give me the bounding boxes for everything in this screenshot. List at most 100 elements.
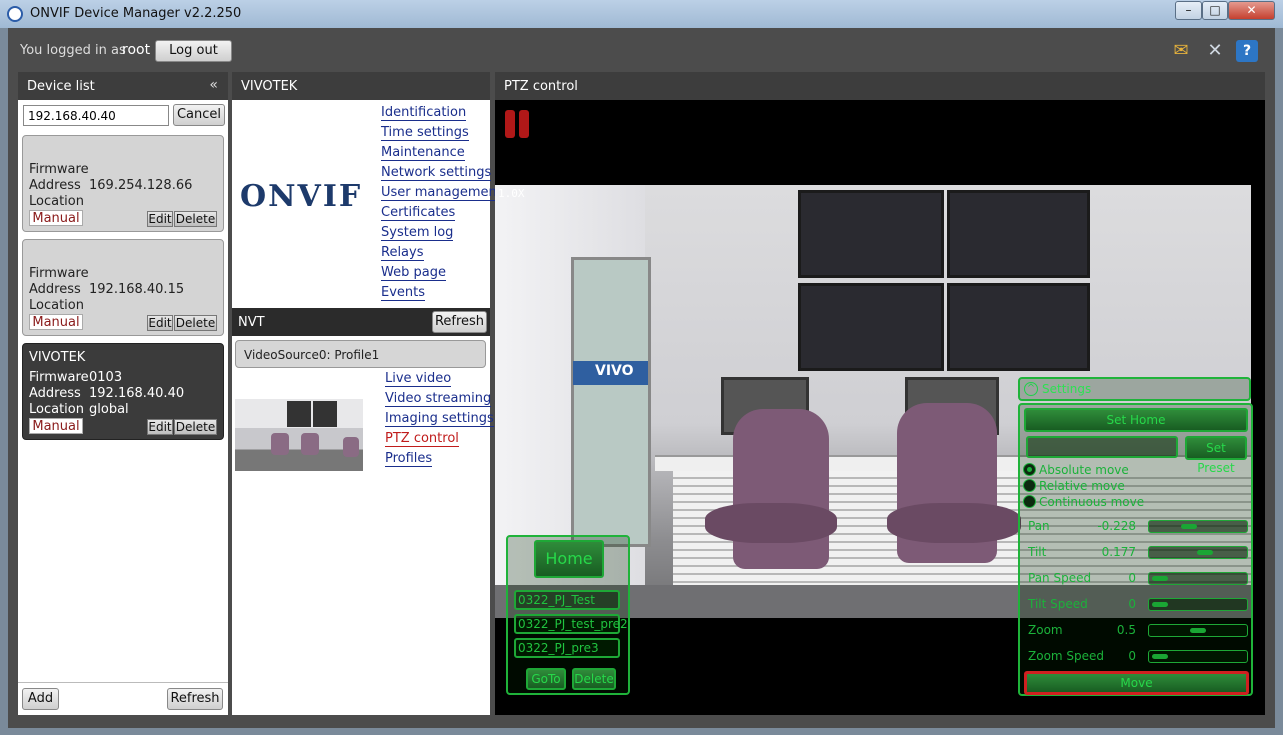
- device-address: 192.168.40.15: [89, 282, 185, 297]
- device-edit-button[interactable]: Edit: [147, 211, 173, 227]
- zoom-slider[interactable]: [1148, 624, 1248, 637]
- radio-continuous-move[interactable]: Continuous move: [1023, 495, 1144, 509]
- profile-selector[interactable]: VideoSource0: Profile1: [235, 340, 486, 368]
- device-delete-button[interactable]: Delete: [174, 315, 217, 331]
- device-card[interactable]: Firmware Address 169.254.128.66 Location …: [22, 135, 224, 232]
- maximize-button[interactable]: □: [1202, 1, 1228, 20]
- location-label: Location: [29, 402, 84, 417]
- logged-in-label: You logged in as: [20, 43, 126, 58]
- pause-icon[interactable]: [505, 110, 531, 138]
- location-label: Location: [29, 298, 84, 313]
- device-location: global: [89, 402, 129, 417]
- link-time-settings[interactable]: Time settings: [381, 125, 469, 141]
- link-certificates[interactable]: Certificates: [381, 205, 456, 221]
- device-edit-button[interactable]: Edit: [147, 419, 173, 435]
- window-titlebar: ONVIF Device Manager v2.2.250 – □ ✕: [0, 0, 1283, 28]
- add-device-button[interactable]: Add: [22, 688, 59, 710]
- radio-absolute-move[interactable]: Absolute move: [1023, 463, 1129, 477]
- link-video-streaming[interactable]: Video streaming: [385, 391, 492, 407]
- ptz-title: PTZ control: [504, 79, 578, 94]
- link-system-log[interactable]: System log: [381, 225, 454, 241]
- video-thumbnail[interactable]: [235, 399, 363, 471]
- device-card-selected[interactable]: VIVOTEK Firmware0103 Address 192.168.40.4…: [22, 343, 224, 440]
- onvif-logo: ONVIF: [240, 179, 363, 214]
- app-icon: [7, 6, 23, 22]
- slider-value: 0: [1128, 597, 1136, 611]
- radio-indicator: [1023, 495, 1036, 508]
- address-label: Address: [29, 178, 81, 193]
- link-relays[interactable]: Relays: [381, 245, 424, 261]
- manual-badge: Manual: [29, 210, 83, 226]
- logout-button[interactable]: Log out: [155, 40, 232, 62]
- firmware-label: Firmware: [29, 370, 89, 385]
- slider-thumb[interactable]: [1152, 602, 1168, 607]
- address-label: Address: [29, 386, 81, 401]
- minimize-button[interactable]: –: [1175, 1, 1202, 20]
- slider-thumb[interactable]: [1196, 550, 1213, 555]
- ptz-header: PTZ control: [495, 72, 1265, 100]
- tilt-slider[interactable]: [1148, 546, 1248, 559]
- tools-icon[interactable]: ✕: [1204, 40, 1226, 62]
- pan-speed-slider[interactable]: [1148, 572, 1248, 585]
- radio-relative-move[interactable]: Relative move: [1023, 479, 1125, 493]
- close-button[interactable]: ✕: [1228, 1, 1275, 20]
- help-icon[interactable]: ?: [1236, 40, 1258, 62]
- slider-thumb[interactable]: [1152, 576, 1168, 581]
- home-button[interactable]: Home: [534, 540, 604, 578]
- slider-value: 0.5: [1116, 623, 1136, 637]
- slider-value: 0.177: [1101, 545, 1136, 559]
- nvt-refresh-button[interactable]: Refresh: [432, 311, 487, 333]
- preset-item[interactable]: 0322_PJ_test_pre2: [514, 614, 628, 634]
- link-identification[interactable]: Identification: [381, 105, 467, 121]
- device-edit-button[interactable]: Edit: [147, 315, 173, 331]
- device-list-header: Device list «: [18, 72, 228, 100]
- settings-title: Settings: [1042, 382, 1092, 396]
- scene-sign: VIVO: [573, 361, 648, 385]
- pan-slider[interactable]: [1148, 520, 1248, 533]
- manual-badge: Manual: [29, 314, 83, 330]
- set-home-button[interactable]: Set Home: [1024, 408, 1248, 432]
- link-imaging-settings[interactable]: Imaging settings: [385, 411, 494, 427]
- slider-thumb[interactable]: [1190, 628, 1206, 633]
- radio-label: Absolute move: [1039, 463, 1129, 477]
- collapse-icon[interactable]: «: [209, 77, 218, 93]
- slider-row-pan: Pan -0.228: [1028, 517, 1248, 535]
- link-network-settings[interactable]: Network settings: [381, 165, 492, 181]
- refresh-devices-button[interactable]: Refresh: [167, 688, 223, 710]
- slider-thumb[interactable]: [1152, 654, 1168, 659]
- link-events[interactable]: Events: [381, 285, 426, 301]
- move-button[interactable]: Move: [1024, 671, 1249, 695]
- link-maintenance[interactable]: Maintenance: [381, 145, 465, 161]
- device-search-input[interactable]: [23, 105, 169, 126]
- device-delete-button[interactable]: Delete: [174, 419, 217, 435]
- link-ptz-control[interactable]: PTZ control: [385, 431, 459, 447]
- radio-label: Continuous move: [1039, 495, 1145, 509]
- preset-item[interactable]: 0322_PJ_Test: [514, 590, 620, 610]
- device-panel: VIVOTEK ONVIF Identification Time settin…: [232, 72, 502, 715]
- goto-preset-button[interactable]: GoTo: [526, 668, 566, 690]
- link-profiles[interactable]: Profiles: [385, 451, 433, 467]
- slider-value: 0: [1128, 649, 1136, 663]
- slider-thumb[interactable]: [1181, 524, 1198, 529]
- slider-row-zoom-speed: Zoom Speed 0: [1028, 647, 1248, 665]
- device-address: 169.254.128.66: [89, 178, 193, 193]
- nvt-title: NVT: [238, 315, 265, 330]
- nvt-header: NVT Refresh: [232, 308, 490, 336]
- zoom-speed-slider[interactable]: [1148, 650, 1248, 663]
- link-web-page[interactable]: Web page: [381, 265, 446, 281]
- device-card[interactable]: Firmware Address 192.168.40.15 Location M…: [22, 239, 224, 336]
- preset-item[interactable]: 0322_PJ_pre3: [514, 638, 620, 658]
- device-delete-button[interactable]: Delete: [174, 211, 217, 227]
- connection-icon[interactable]: ✉: [1170, 40, 1192, 62]
- link-live-video[interactable]: Live video: [385, 371, 452, 387]
- device-name: VIVOTEK: [29, 350, 86, 365]
- slider-label: Tilt: [1028, 545, 1047, 559]
- slider-row-tilt-speed: Tilt Speed 0: [1028, 595, 1248, 613]
- settings-toggle[interactable]: ^ Settings: [1018, 377, 1251, 401]
- preset-name-input[interactable]: [1026, 436, 1178, 458]
- delete-preset-button[interactable]: Delete: [572, 668, 616, 690]
- set-preset-button[interactable]: Set Preset: [1185, 436, 1247, 475]
- search-cancel-button[interactable]: Cancel: [173, 104, 225, 126]
- tilt-speed-slider[interactable]: [1148, 598, 1248, 611]
- link-user-management[interactable]: User management: [381, 185, 502, 201]
